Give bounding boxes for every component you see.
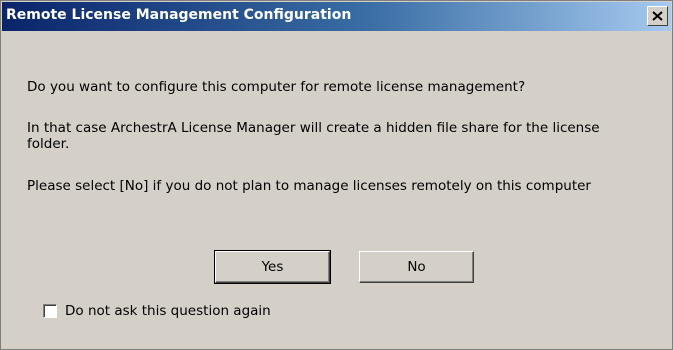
dialog-window: Remote License Management Configuration …: [0, 0, 673, 350]
title-bar[interactable]: Remote License Management Configuration: [2, 2, 671, 31]
dont-ask-again-label[interactable]: Do not ask this question again: [65, 303, 271, 319]
hint-text: Please select [No] if you do not plan to…: [27, 178, 591, 194]
yes-button[interactable]: Yes: [214, 250, 331, 284]
dont-ask-again-checkbox[interactable]: [43, 304, 57, 318]
window-title: Remote License Management Configuration: [6, 7, 352, 23]
detail-text: In that case ArchestrA License Manager w…: [27, 120, 600, 152]
close-button[interactable]: [647, 6, 668, 26]
no-button[interactable]: No: [359, 251, 474, 283]
close-icon: [652, 11, 663, 21]
question-text: Do you want to configure this computer f…: [27, 79, 526, 95]
dont-ask-again-row[interactable]: Do not ask this question again: [43, 303, 271, 319]
